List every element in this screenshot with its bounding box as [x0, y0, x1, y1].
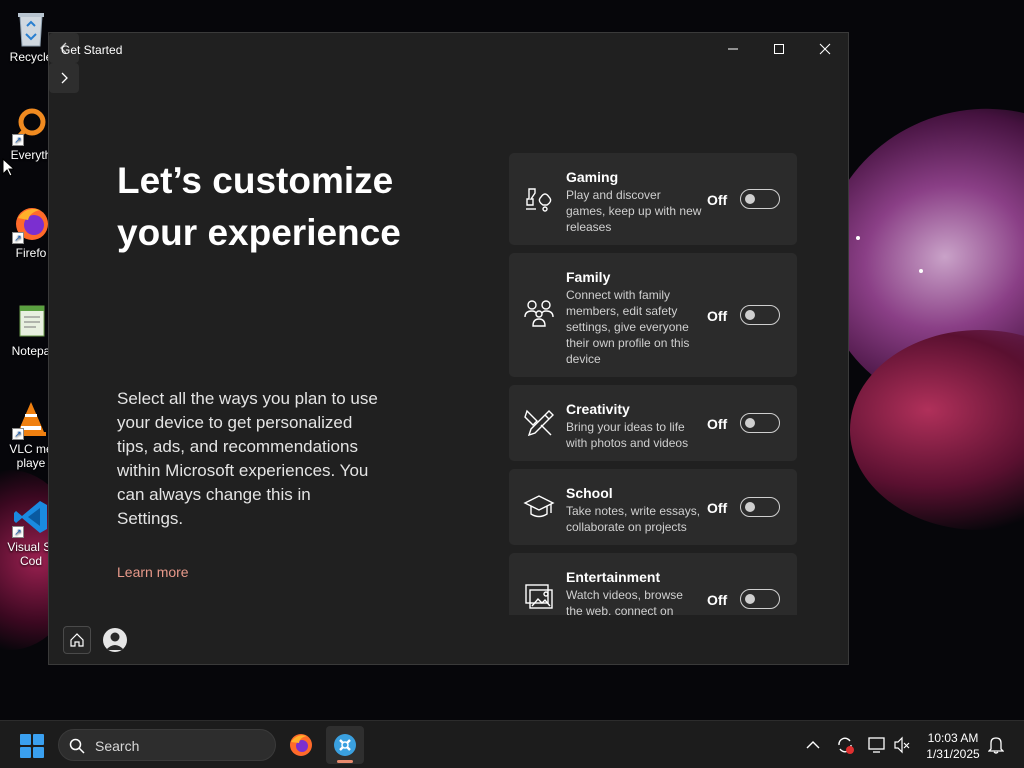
creativity-icon: [523, 407, 555, 439]
card-entertainment: Entertainment Watch videos, browse the w…: [509, 553, 797, 615]
firefox-icon: ↗: [12, 204, 50, 244]
home-button[interactable]: [63, 626, 91, 654]
shortcut-arrow-icon: ↗: [12, 134, 24, 146]
clock-date: 1/31/2025: [926, 747, 980, 761]
toggle-state-label: Off: [707, 500, 728, 516]
sync-status-button[interactable]: [835, 735, 855, 755]
volume-muted-icon: [894, 736, 910, 754]
sync-icon: [838, 737, 854, 754]
card-subtitle: Bring your ideas to life with photos and…: [566, 420, 689, 450]
entertainment-toggle[interactable]: [740, 589, 780, 609]
gaming-icon: [523, 183, 555, 215]
shortcut-arrow-icon: ↗: [12, 526, 24, 538]
show-hidden-icons-button[interactable]: [803, 735, 823, 755]
everything-search-icon: ↗: [12, 106, 50, 146]
taskbar-get-started[interactable]: [326, 726, 364, 764]
account-avatar-button[interactable]: [103, 628, 127, 652]
family-icon: [523, 297, 555, 329]
active-app-indicator: [337, 760, 353, 763]
chevron-up-icon: [806, 741, 820, 749]
get-started-window: Get Started Let’s customize your experie…: [48, 32, 849, 665]
close-button[interactable]: [802, 33, 848, 65]
gaming-toggle[interactable]: [740, 189, 780, 209]
card-subtitle: Play and discover games, keep up with ne…: [566, 188, 702, 234]
school-icon: [523, 491, 555, 523]
minimize-icon: [728, 48, 738, 50]
window-title: Get Started: [61, 43, 123, 57]
taskbar-clock[interactable]: 10:03 AM 1/31/2025: [915, 730, 991, 762]
card-subtitle: Connect with family members, edit safety…: [566, 288, 690, 366]
card-creativity: Creativity Bring your ideas to life with…: [509, 385, 797, 461]
firefox-icon: [290, 734, 312, 756]
toggle-state-label: Off: [707, 592, 728, 608]
notifications-button[interactable]: [986, 735, 1006, 755]
windows-logo-tile: [20, 734, 31, 745]
windows-logo-tile: [33, 734, 44, 745]
family-toggle[interactable]: [740, 305, 780, 325]
card-title: School: [566, 485, 613, 501]
card-title: Family: [566, 269, 611, 285]
bell-icon: [988, 737, 1004, 754]
notepad-icon: [12, 302, 50, 340]
card-title: Gaming: [566, 169, 619, 185]
search-icon: [69, 738, 85, 754]
toggle-state-label: Off: [707, 192, 728, 208]
windows-logo-tile: [20, 747, 31, 758]
volume-button[interactable]: [892, 735, 912, 755]
recycle-bin-icon: [12, 8, 50, 47]
user-avatar-icon: [106, 632, 124, 650]
shortcut-arrow-icon: ↗: [12, 428, 24, 440]
taskbar-search-box[interactable]: Search: [58, 729, 276, 761]
network-icon: [868, 737, 885, 753]
vscode-icon: ↗: [12, 498, 50, 538]
windows-logo-tile: [33, 747, 44, 758]
taskbar-firefox[interactable]: [282, 726, 320, 764]
shortcut-arrow-icon: ↗: [12, 232, 24, 244]
chevron-right-icon: [61, 72, 68, 84]
minimize-button[interactable]: [710, 33, 756, 65]
category-card-list[interactable]: Gaming Play and discover games, keep up …: [509, 153, 797, 615]
window-titlebar[interactable]: Get Started: [49, 33, 848, 67]
clock-time: 10:03 AM: [927, 731, 979, 745]
page-description: Select all the ways you plan to use your…: [117, 389, 378, 528]
start-button[interactable]: [20, 734, 44, 758]
maximize-icon: [774, 44, 784, 54]
learn-more-link[interactable]: Learn more: [117, 564, 189, 580]
page-heading: Let’s customize your experience: [117, 160, 401, 253]
entertainment-icon: [523, 581, 555, 613]
maximize-button[interactable]: [756, 33, 802, 65]
card-school: School Take notes, write essays, collabo…: [509, 469, 797, 545]
taskbar: Search 10:03 AM 1/31/2025: [0, 720, 1024, 768]
next-button[interactable]: [49, 63, 79, 93]
card-title: Entertainment: [566, 569, 661, 585]
card-subtitle: Take notes, write essays, collaborate on…: [566, 504, 701, 534]
search-label: Search: [95, 738, 140, 754]
get-started-app-icon: [334, 734, 356, 756]
home-icon: [70, 633, 84, 647]
toggle-state-label: Off: [707, 416, 728, 432]
close-icon: [819, 43, 831, 55]
card-title: Creativity: [566, 401, 630, 417]
card-gaming: Gaming Play and discover games, keep up …: [509, 153, 797, 245]
vlc-icon: ↗: [12, 400, 50, 440]
creativity-toggle[interactable]: [740, 413, 780, 433]
card-family: Family Connect with family members, edit…: [509, 253, 797, 377]
school-toggle[interactable]: [740, 497, 780, 517]
card-subtitle: Watch videos, browse the web, connect on: [566, 588, 683, 615]
network-button[interactable]: [867, 735, 887, 755]
mouse-cursor-icon: [2, 158, 14, 177]
toggle-state-label: Off: [707, 308, 728, 324]
